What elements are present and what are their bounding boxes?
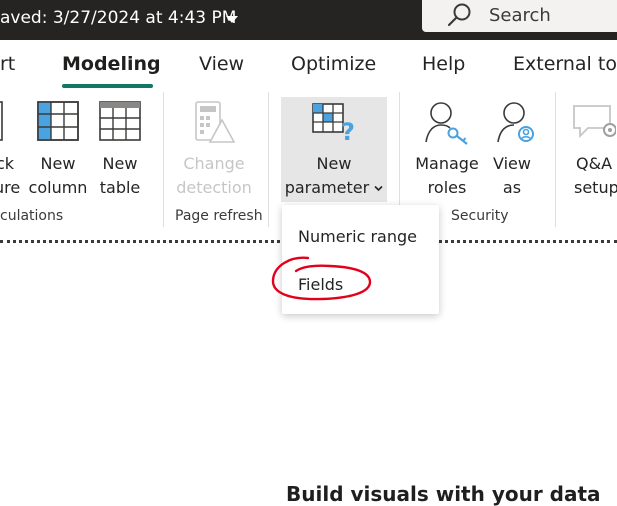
new-column-button[interactable]: New column <box>28 100 88 200</box>
new-parameter-label-line2: parameter <box>284 178 370 197</box>
change-detection-icon <box>195 101 236 143</box>
qa-setup-icon <box>573 105 616 139</box>
new-parameter-label-line1: New <box>316 154 352 173</box>
ribbon-tabs: rt Modeling View Optimize Help External … <box>0 40 617 92</box>
qa-setup-label-line2: setup <box>574 178 617 197</box>
change-detection-label-line1: Change <box>183 154 245 173</box>
new-parameter-button[interactable]: ? New parameter <box>281 102 387 200</box>
tab-external-tools[interactable]: External too <box>513 53 617 75</box>
quick-measure-label-line1: ck <box>0 154 15 173</box>
group-label-security: Security <box>451 208 509 224</box>
manage-roles-label-line2: roles <box>427 178 467 197</box>
new-table-label-line2: table <box>99 178 141 197</box>
view-as-label-line1: View <box>493 154 531 173</box>
new-column-icon <box>37 101 79 141</box>
svg-text:?: ? <box>341 118 355 142</box>
tab-modeling[interactable]: Modeling <box>62 53 161 75</box>
manage-roles-button[interactable]: Manage roles <box>410 100 484 200</box>
group-label-page-refresh: Page refresh <box>175 208 263 224</box>
quick-measure-label-line2: ure <box>0 178 21 197</box>
search-label: Search <box>489 5 551 26</box>
view-as-button[interactable]: View as <box>487 100 537 200</box>
canvas-heading: Build visuals with your data <box>286 482 601 506</box>
tab-help[interactable]: Help <box>422 53 465 75</box>
chevron-down-icon[interactable] <box>226 16 238 23</box>
group-divider <box>163 92 164 227</box>
new-column-label-line1: New <box>40 154 76 173</box>
group-label-calculations: culations <box>0 208 64 224</box>
chevron-down-icon <box>374 185 383 192</box>
view-as-label-line2: as <box>502 178 522 197</box>
new-table-icon <box>99 101 141 141</box>
active-tab-indicator <box>62 84 153 88</box>
tab-optimize[interactable]: Optimize <box>291 53 376 75</box>
tab-view[interactable]: View <box>199 53 244 75</box>
annotation-circle <box>271 256 372 301</box>
search-box[interactable]: Search <box>422 0 617 32</box>
group-divider <box>555 92 556 227</box>
change-detection-button[interactable]: Change detection <box>174 100 254 200</box>
qa-setup-button[interactable]: Q&A setup <box>566 100 617 200</box>
new-column-label-line2: column <box>28 178 88 197</box>
new-table-button[interactable]: New table <box>95 100 145 200</box>
quick-measure-icon <box>0 101 3 141</box>
saved-status[interactable]: aved: 3/27/2024 at 4:43 PM <box>0 8 236 28</box>
change-detection-label-line2: detection <box>176 178 252 197</box>
menu-item-numeric-range[interactable]: Numeric range <box>298 227 417 246</box>
manage-roles-icon <box>425 102 468 145</box>
group-divider <box>268 92 269 227</box>
quick-measure-button[interactable]: ck ure <box>0 100 21 200</box>
qa-setup-label-line1: Q&A <box>576 154 613 173</box>
tab-insert[interactable]: rt <box>0 53 15 75</box>
search-icon <box>447 3 471 27</box>
new-table-label-line1: New <box>102 154 138 173</box>
view-as-icon <box>497 102 534 143</box>
manage-roles-label-line1: Manage <box>415 154 479 173</box>
new-parameter-icon: ? <box>312 103 355 142</box>
title-bar: aved: 3/27/2024 at 4:43 PM Search <box>0 0 617 40</box>
